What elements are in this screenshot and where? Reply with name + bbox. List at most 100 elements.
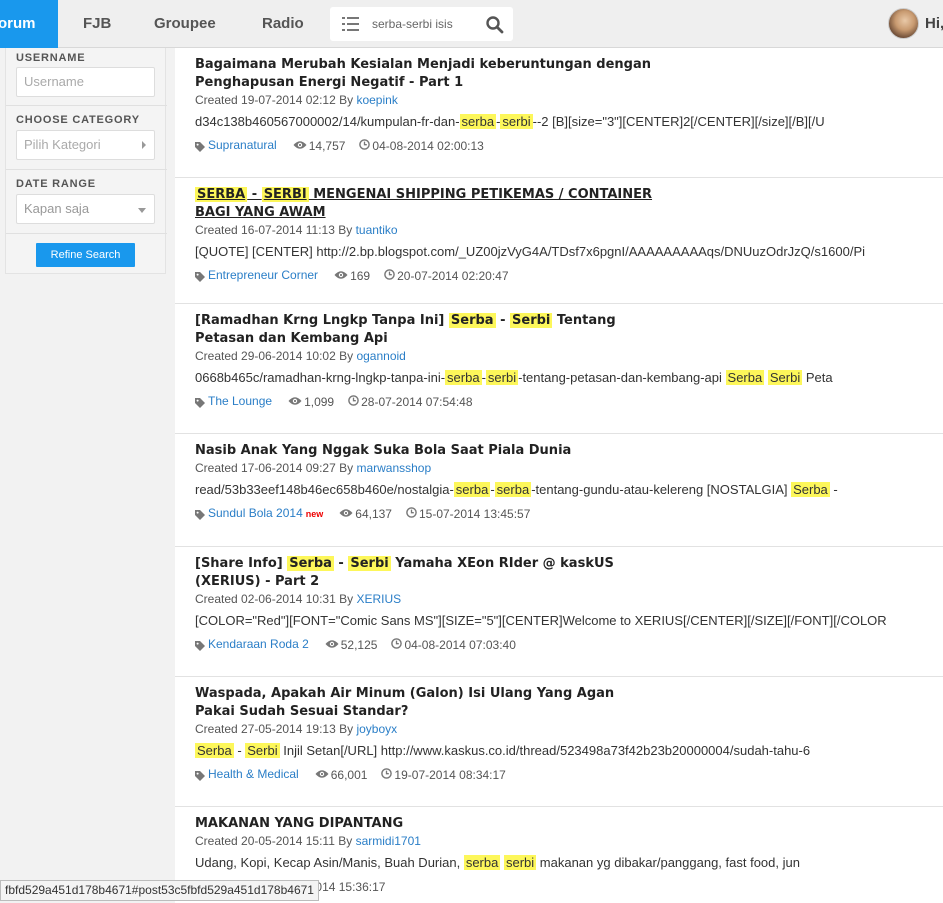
highlight-term: serba <box>463 855 501 870</box>
text-segment: Bagaimana Merubah Kesialan Menjadi keber… <box>195 57 651 90</box>
author-link[interactable]: joyboyx <box>356 722 397 736</box>
text-segment: - <box>333 556 349 571</box>
result-item: Bagaimana Merubah Kesialan Menjadi keber… <box>175 48 943 178</box>
text-segment: MAKANAN YANG DIPANTANG <box>195 816 404 831</box>
result-meta: Created 16-07-2014 11:13 By tuantiko <box>195 223 398 237</box>
text-segment: d34c138b460567000002/14/kumpulan-fr-dan- <box>195 114 460 129</box>
search-input[interactable] <box>372 15 472 33</box>
view-count: 14,757 <box>308 138 346 153</box>
clock-icon <box>391 638 403 652</box>
created-date: Created 27-05-2014 19:13 By <box>195 722 357 736</box>
highlight-term: Serba <box>287 556 334 571</box>
highlight-term: Serbi <box>510 313 553 328</box>
tab-groupee[interactable]: Groupee <box>154 0 216 48</box>
result-title[interactable]: Waspada, Apakah Air Minum (Galon) Isi Ul… <box>195 685 655 721</box>
date-range-value: Kapan saja <box>24 201 90 216</box>
tab-forum-label: orum <box>0 15 36 32</box>
result-snippet: [COLOR="Red"][FONT="Comic Sans MS"][SIZE… <box>195 613 935 628</box>
refine-search-button[interactable]: Refine Search <box>36 243 135 267</box>
tab-fjb[interactable]: FJB <box>83 0 111 48</box>
clock-icon <box>359 139 371 153</box>
result-item: [Ramadhan Krng Lngkp Tanpa Ini] Serba - … <box>175 304 943 434</box>
highlight-term: SERBA <box>195 187 248 202</box>
divider <box>6 105 167 106</box>
result-meta: Created 19-07-2014 02:12 By koepink <box>195 93 398 107</box>
tab-radio[interactable]: Radio <box>262 0 304 48</box>
search-box <box>330 7 513 41</box>
tag-icon <box>195 640 205 651</box>
search-icon[interactable] <box>485 15 505 35</box>
clock-icon <box>381 768 393 782</box>
result-title[interactable]: [Ramadhan Krng Lngkp Tanpa Ini] Serba - … <box>195 312 655 348</box>
eye-icon <box>334 269 348 283</box>
created-date: Created 16-07-2014 11:13 By <box>195 223 356 237</box>
result-snippet: d34c138b460567000002/14/kumpulan-fr-dan-… <box>195 114 935 129</box>
username-field[interactable]: Username <box>16 67 155 97</box>
category-label: CHOOSE CATEGORY <box>16 114 140 126</box>
chevron-down-icon <box>138 208 146 213</box>
author-link[interactable]: marwansshop <box>356 461 431 475</box>
result-snippet: 0668b465c/ramadhan-krng-lngkp-tanpa-ini-… <box>195 370 935 385</box>
highlight-term: serbi <box>500 114 533 129</box>
menu-list-icon[interactable] <box>342 16 359 32</box>
highlight-term: serba <box>453 482 491 497</box>
search-results: Bagaimana Merubah Kesialan Menjadi keber… <box>175 48 943 903</box>
avatar[interactable] <box>888 8 919 39</box>
text-segment: - <box>233 743 246 758</box>
date-range-label: DATE RANGE <box>16 178 96 190</box>
category-link[interactable]: Supranatural <box>208 138 277 152</box>
category-link[interactable]: The Lounge <box>208 394 272 408</box>
view-count: 1,099 <box>304 394 335 409</box>
text-segment: [Ramadhan Krng Lngkp Tanpa Ini] <box>195 313 449 328</box>
author-link[interactable]: tuantiko <box>356 223 398 237</box>
result-title[interactable]: [Share Info] Serba - Serbi Yamaha XEon R… <box>195 555 655 591</box>
category-select[interactable]: Pilih Kategori <box>16 130 155 160</box>
author-link[interactable]: sarmidi1701 <box>356 834 421 848</box>
result-meta: Created 17-06-2014 09:27 By marwansshop <box>195 461 431 475</box>
divider <box>6 169 167 170</box>
author-link[interactable]: XERIUS <box>356 592 401 606</box>
result-item: SERBA - SERBI MENGENAI SHIPPING PETIKEMA… <box>175 178 943 304</box>
result-title[interactable]: SERBA - SERBI MENGENAI SHIPPING PETIKEMA… <box>195 186 655 222</box>
view-count: 66,001 <box>330 767 368 782</box>
result-item: Nasib Anak Yang Nggak Suka Bola Saat Pia… <box>175 434 943 547</box>
eye-icon <box>339 507 353 521</box>
highlight-term: Serba <box>791 482 830 497</box>
date-range-select[interactable]: Kapan saja <box>16 194 155 224</box>
result-snippet: [QUOTE] [CENTER] http://2.bp.blogspot.co… <box>195 244 935 259</box>
result-title[interactable]: Nasib Anak Yang Nggak Suka Bola Saat Pia… <box>195 442 655 460</box>
created-date: Created 19-07-2014 02:12 By <box>195 93 357 107</box>
result-snippet: Udang, Kopi, Kecap Asin/Manis, Buah Duri… <box>195 855 935 870</box>
status-bar: fbfd529a451d178b4671#post53c5fbfd529a451… <box>0 880 319 901</box>
author-link[interactable]: koepink <box>356 93 397 107</box>
result-meta: Created 27-05-2014 19:13 By joyboyx <box>195 722 397 736</box>
category-link[interactable]: Sundul Bola 2014 <box>208 506 303 520</box>
highlight-term: serba <box>445 370 482 385</box>
result-title[interactable]: Bagaimana Merubah Kesialan Menjadi keber… <box>195 56 655 92</box>
category-link[interactable]: Health & Medical <box>208 767 299 781</box>
result-info: The Lounge 1,099 28-07-2014 07:54:48 <box>195 394 473 409</box>
result-info: Kendaraan Roda 2 52,125 04-08-2014 07:03:4… <box>195 637 516 652</box>
highlight-term: SERBI <box>261 187 309 202</box>
category-link[interactable]: Entrepreneur Corner <box>208 268 318 282</box>
top-nav: orum FJB Groupee Radio Hi, <box>0 0 943 48</box>
text-segment: - <box>490 482 495 497</box>
highlight-term: Serba <box>195 743 234 758</box>
text-segment: -tentang-gundu-atau-kelereng [NOSTALGIA] <box>531 482 792 497</box>
tab-forum[interactable]: orum <box>0 0 58 48</box>
result-title[interactable]: MAKANAN YANG DIPANTANG <box>195 815 655 833</box>
text-segment: 0668b465c/ramadhan-krng-lngkp-tanpa-ini- <box>195 370 446 385</box>
result-info: Entrepreneur Corner 169 20-07-2014 02:20:4… <box>195 268 509 283</box>
category-link[interactable]: Kendaraan Roda 2 <box>208 637 309 651</box>
last-post-date: 15-07-2014 13:45:57 <box>418 506 531 521</box>
user-greeting[interactable]: Hi, <box>925 0 943 48</box>
clock-icon <box>384 269 395 283</box>
username-label: USERNAME <box>16 52 86 64</box>
author-link[interactable]: ogannoid <box>356 349 405 363</box>
username-placeholder: Username <box>24 74 84 89</box>
eye-icon <box>325 638 339 652</box>
text-segment: - <box>247 187 262 202</box>
result-info: Sundul Bola 2014 new 64,137 15-07-2014 13:4… <box>195 506 530 521</box>
text-segment: Injil Setan[/URL] http://www.kaskus.co.i… <box>279 743 811 758</box>
created-date: Created 02-06-2014 10:31 By <box>195 592 357 606</box>
